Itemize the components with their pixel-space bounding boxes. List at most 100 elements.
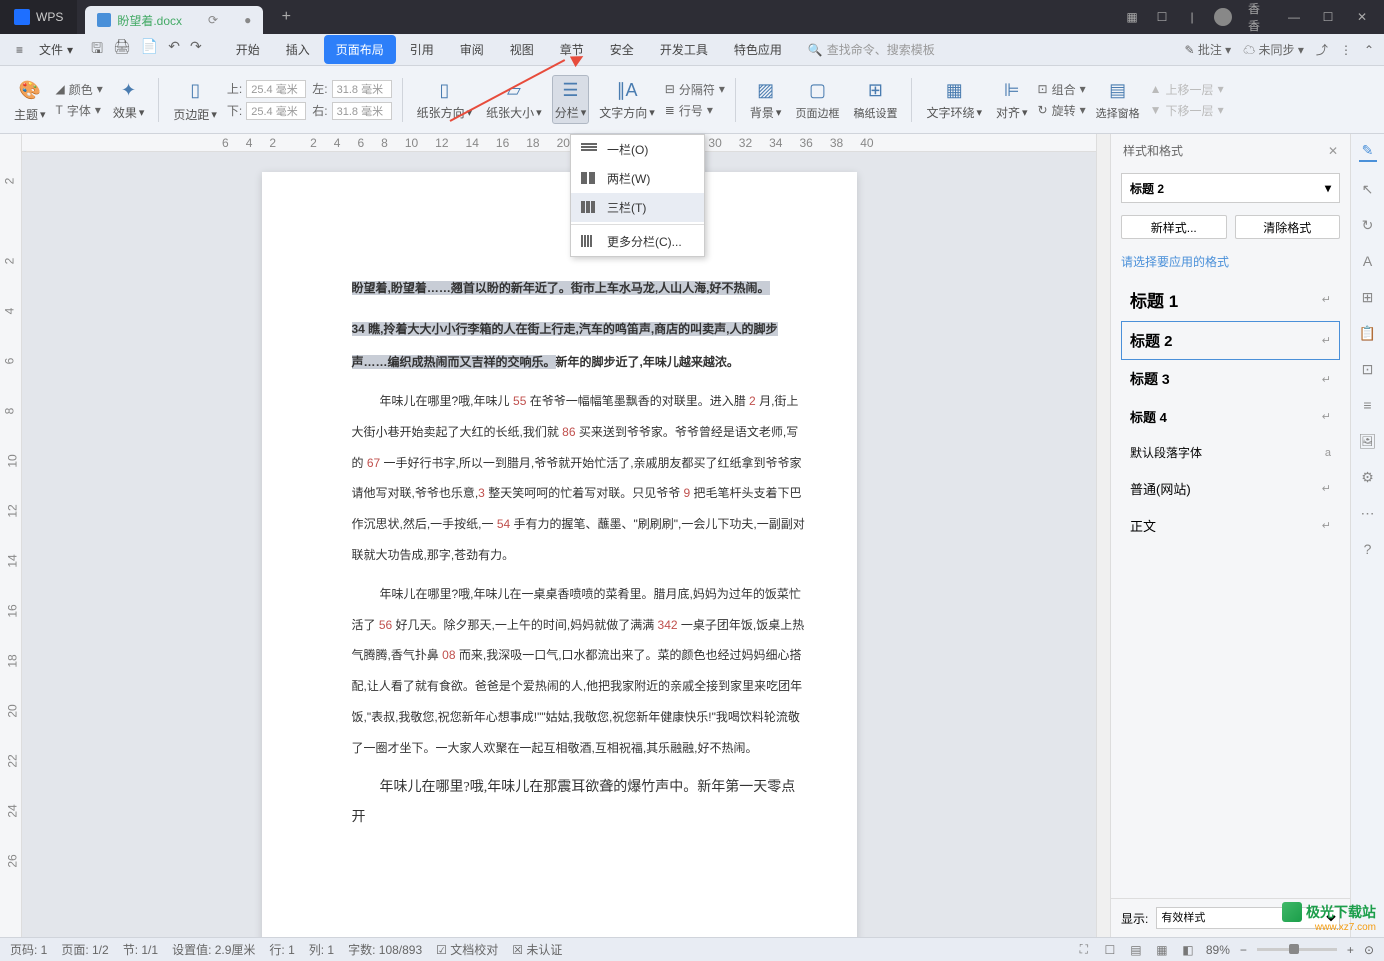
current-style-select[interactable]: 标题 2▾ [1121, 173, 1340, 203]
style-normal-web[interactable]: 普通(网站)↵ [1121, 470, 1340, 507]
tab-reference[interactable]: 引用 [398, 35, 446, 64]
clipboard-icon[interactable]: 📋 [1359, 324, 1377, 342]
annotate-button[interactable]: ✎ 批注 ▾ [1184, 41, 1231, 58]
scrollbar[interactable] [1096, 134, 1110, 937]
tab-close-icon[interactable]: ● [244, 13, 251, 27]
more-columns[interactable]: 更多分栏(C)... [571, 227, 704, 256]
three-column[interactable]: 三栏(T) [571, 193, 704, 222]
collapse-icon[interactable]: ⌃ [1364, 43, 1374, 57]
view-print-icon[interactable]: ☐ [1102, 942, 1118, 958]
margin-button[interactable]: ▯ 页边距 ▾ [169, 76, 221, 123]
color-button[interactable]: ◢ 颜色 ▾ [56, 81, 103, 98]
minimize-button[interactable]: — [1286, 10, 1302, 24]
page-code[interactable]: 页码: 1 [10, 941, 47, 958]
clear-format-button[interactable]: 清除格式 [1235, 215, 1341, 239]
sync-button[interactable]: ☁ 未同步 ▾ [1243, 41, 1304, 58]
rotate-icon[interactable]: ↻ [1359, 216, 1377, 234]
paragraph-1[interactable]: 盼望着,盼望着……翘首以盼的新年近了。街市上车水马龙,人山人海,好不热闹。 [352, 272, 807, 305]
top-input[interactable] [246, 80, 306, 98]
style-body[interactable]: 正文↵ [1121, 507, 1340, 544]
list-icon[interactable]: ≡ [1359, 396, 1377, 414]
two-column[interactable]: 两栏(W) [571, 164, 704, 193]
tab-special[interactable]: 特色应用 [722, 35, 794, 64]
style-heading-2[interactable]: 标题 2↵ [1121, 321, 1340, 360]
proof[interactable]: ☑ 文档校对 [436, 941, 498, 958]
undo-icon[interactable]: ↶ [168, 38, 180, 62]
paragraph-2[interactable]: 34 瞧,拎着大大小小行李箱的人在街上行走,汽车的鸣笛声,商店的叫卖声,人的脚步… [352, 313, 807, 379]
zoom-out-icon[interactable]: − [1240, 943, 1247, 957]
sidebar-close-icon[interactable]: ✕ [1328, 144, 1338, 158]
link-icon[interactable]: ⊡ [1359, 360, 1377, 378]
theme-button[interactable]: 🎨 主题 ▾ [10, 76, 50, 123]
fit-icon[interactable]: ⊙ [1364, 943, 1374, 957]
effect-button[interactable]: ✦ 效果 ▾ [109, 78, 149, 121]
lineno-button[interactable]: ≣ 行号 ▾ [665, 102, 725, 119]
right-input[interactable] [332, 102, 392, 120]
font-button[interactable]: T 字体 ▾ [56, 102, 103, 119]
save-icon[interactable]: 🖫 [91, 38, 103, 62]
break-button[interactable]: ⊟ 分隔符 ▾ [665, 81, 725, 98]
tab-start[interactable]: 开始 [224, 35, 272, 64]
redo-icon[interactable]: ↷ [190, 38, 202, 62]
group-button[interactable]: ⊡ 组合 ▾ [1038, 81, 1086, 98]
document-page[interactable]: 盼望着,盼望着……翘首以盼的新年近了。街市上车水马龙,人山人海,好不热闹。 34… [262, 172, 857, 937]
menu-icon[interactable]: ≡ [10, 39, 29, 61]
view-read-icon[interactable]: ▤ [1128, 942, 1144, 958]
zoom-value[interactable]: 89% [1206, 943, 1230, 957]
tab-dev[interactable]: 开发工具 [648, 35, 720, 64]
new-tab-button[interactable]: + [273, 4, 299, 30]
image-icon[interactable]: 🖼 [1359, 432, 1377, 450]
tab-view[interactable]: 视图 [498, 35, 546, 64]
zoom-slider[interactable] [1257, 948, 1337, 951]
size-button[interactable]: ▱纸张大小 ▾ [482, 78, 546, 121]
align-button[interactable]: ⊫对齐 ▾ [992, 78, 1032, 121]
file-menu[interactable]: 文件 ▾ [33, 37, 79, 62]
more-icon[interactable]: ⋮ [1340, 43, 1352, 57]
rotate-button[interactable]: ↻ 旋转 ▾ [1038, 102, 1086, 119]
view-web-icon[interactable]: ▦ [1154, 942, 1170, 958]
view-outline-icon[interactable]: ◧ [1180, 942, 1196, 958]
style-heading-3[interactable]: 标题 3↵ [1121, 360, 1340, 398]
wrap-button[interactable]: ▦文字环绕 ▾ [922, 78, 986, 121]
new-style-button[interactable]: 新样式... [1121, 215, 1227, 239]
selpane-button[interactable]: ▤选择窗格 [1092, 79, 1144, 121]
user-avatar[interactable] [1214, 8, 1232, 26]
tab-chapter[interactable]: 章节 [548, 35, 596, 64]
pencil-icon[interactable]: ✎ [1359, 144, 1377, 162]
gear-icon[interactable]: ⚙ [1359, 468, 1377, 486]
document-tab[interactable]: 盼望着.docx ⟳ ● [85, 6, 263, 34]
more-tools-icon[interactable]: ⋯ [1359, 504, 1377, 522]
print-icon[interactable]: 🖨 [113, 38, 131, 62]
tab-security[interactable]: 安全 [598, 35, 646, 64]
table-icon[interactable]: ⊞ [1359, 288, 1377, 306]
page-count[interactable]: 页面: 1/2 [61, 941, 108, 958]
tab-sync-icon[interactable]: ⟳ [208, 13, 218, 27]
maximize-button[interactable]: ☐ [1320, 10, 1336, 24]
paragraph-3[interactable]: 年味儿在哪里?哦,年味儿 55 在爷爷一幅幅笔墨飘香的对联里。进入腊 2 月,街… [352, 387, 807, 572]
tab-layout[interactable]: 页面布局 [324, 35, 396, 64]
cursor-icon[interactable]: ↖ [1359, 180, 1377, 198]
app-icon-1[interactable]: ▦ [1124, 10, 1140, 24]
app-icon-2[interactable]: ☐ [1154, 10, 1170, 24]
style-heading-4[interactable]: 标题 4↵ [1121, 398, 1340, 435]
style-default-font[interactable]: 默认段落字体a [1121, 435, 1340, 470]
zoom-in-icon[interactable]: + [1347, 943, 1354, 957]
tab-insert[interactable]: 插入 [274, 35, 322, 64]
columns-button[interactable]: ☰分栏 ▾ [552, 75, 590, 124]
grid-button[interactable]: ⊞稿纸设置 [849, 79, 901, 121]
preview-icon[interactable]: 📄 [141, 38, 158, 62]
share-icon[interactable]: ⤴ [1316, 41, 1328, 58]
help-icon[interactable]: ? [1359, 540, 1377, 558]
word-count[interactable]: 字数: 108/893 [348, 941, 422, 958]
paragraph-5[interactable]: 年味儿在哪里?哦,年味儿在那震耳欲聋的爆竹声中。新年第一天零点开 [352, 773, 807, 835]
close-button[interactable]: ✕ [1354, 10, 1370, 24]
paragraph-4[interactable]: 年味儿在哪里?哦,年味儿在一桌桌香喷喷的菜肴里。腊月底,妈妈为过年的饭菜忙活了 … [352, 580, 807, 765]
style-heading-1[interactable]: 标题 1↵ [1121, 278, 1340, 321]
bg-button[interactable]: ▨背景 ▾ [746, 78, 786, 121]
one-column[interactable]: 一栏(O) [571, 135, 704, 164]
bottom-input[interactable] [246, 102, 306, 120]
text-icon[interactable]: A [1359, 252, 1377, 270]
view-fullscreen-icon[interactable]: ⛶ [1076, 942, 1092, 958]
border-button[interactable]: ▢页面边框 [791, 79, 843, 121]
cert[interactable]: ☒ 未认证 [512, 941, 562, 958]
